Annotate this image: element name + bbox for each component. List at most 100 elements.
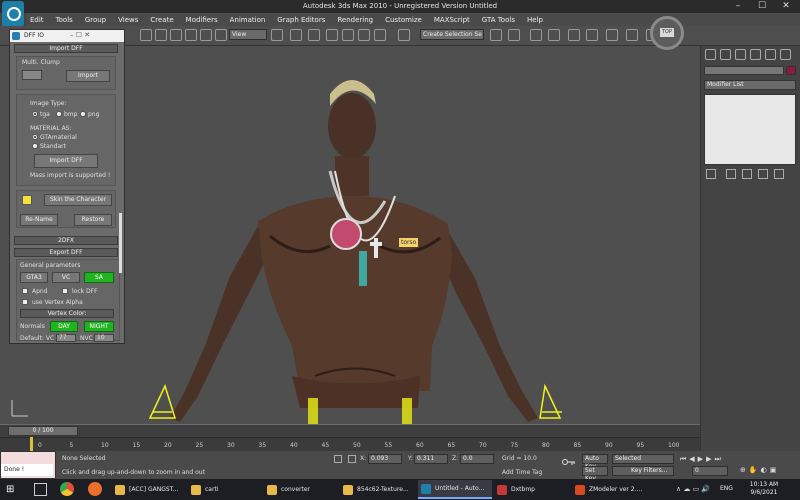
object-name-field[interactable]: [704, 66, 784, 75]
auto-key-button[interactable]: Auto Key: [582, 454, 608, 470]
configure-sets-icon[interactable]: [774, 169, 784, 179]
show-end-result-icon[interactable]: [726, 169, 736, 179]
material-standart-radio[interactable]: [32, 143, 38, 149]
mirror-icon[interactable]: [490, 29, 502, 41]
select-by-name-icon[interactable]: [155, 29, 167, 41]
display-tab-icon[interactable]: [765, 49, 776, 60]
y-coord-field[interactable]: 0.311: [414, 454, 448, 464]
menu-tools[interactable]: Tools: [56, 16, 73, 24]
default-vc-field[interactable]: 77: [56, 334, 76, 342]
image-type-tga-radio[interactable]: [32, 111, 38, 117]
taskbar-app-button[interactable]: ZModeler ver 2....: [572, 480, 646, 499]
graphite-tools-icon[interactable]: [548, 29, 560, 41]
create-tab-icon[interactable]: [705, 49, 716, 60]
absolute-mode-icon[interactable]: [348, 455, 356, 463]
dff-io-scrollbar[interactable]: [119, 213, 122, 273]
start-menu-icon[interactable]: ⊞: [6, 483, 19, 496]
vertex-alpha-checkbox[interactable]: [22, 299, 28, 305]
menu-create[interactable]: Create: [150, 16, 173, 24]
task-view-icon[interactable]: [34, 483, 47, 496]
percent-snap-icon[interactable]: [358, 29, 370, 41]
add-time-tag[interactable]: Add Time Tag: [502, 469, 542, 476]
maxscript-output[interactable]: Done !: [1, 464, 53, 476]
keyboard-shortcut-icon[interactable]: [308, 29, 320, 41]
key-filters-button[interactable]: Key Filters...: [612, 466, 674, 476]
dff-io-window-controls-icon[interactable]: – ☐ ✕: [70, 31, 90, 39]
layer-manager-icon[interactable]: [530, 29, 542, 41]
edit-named-selection-icon[interactable]: [398, 29, 410, 41]
align-icon[interactable]: [508, 29, 520, 41]
import-dff-rollout[interactable]: Import DFF: [14, 44, 118, 53]
object-color-swatch[interactable]: [786, 66, 796, 75]
chrome-icon[interactable]: [60, 482, 74, 496]
import-button[interactable]: Import: [66, 70, 110, 82]
apnd-checkbox[interactable]: [22, 288, 28, 294]
skin-color-swatch[interactable]: [22, 195, 32, 205]
menu-modifiers[interactable]: Modifiers: [186, 16, 218, 24]
spinner-snap-icon[interactable]: [374, 29, 386, 41]
night-button[interactable]: NIGHT: [84, 321, 114, 332]
taskbar-app-button[interactable]: carti: [188, 480, 262, 499]
firefox-icon[interactable]: [88, 482, 102, 496]
twodfx-rollout[interactable]: 2DFX: [14, 236, 118, 245]
set-key-icon[interactable]: [562, 458, 576, 466]
motion-tab-icon[interactable]: [750, 49, 761, 60]
pin-stack-icon[interactable]: [706, 169, 716, 179]
pivot-center-icon[interactable]: [271, 29, 283, 41]
rename-button[interactable]: Re-Name: [20, 214, 58, 226]
named-selection-dropdown[interactable]: Create Selection Se: [420, 29, 484, 40]
viewport-nav-icons[interactable]: ⊕✋◐▣: [740, 466, 779, 474]
move-icon[interactable]: [185, 29, 197, 41]
menu-views[interactable]: Views: [118, 16, 138, 24]
taskbar-app-button[interactable]: [ACC] GANGST...: [112, 480, 186, 499]
image-type-png-radio[interactable]: [80, 111, 86, 117]
select-object-icon[interactable]: [140, 29, 152, 41]
schematic-view-icon[interactable]: [586, 29, 598, 41]
menu-customize[interactable]: Customize: [385, 16, 422, 24]
material-gta-radio[interactable]: [32, 134, 38, 140]
modify-tab-icon[interactable]: [720, 49, 731, 60]
make-unique-icon[interactable]: [742, 169, 752, 179]
selection-lock-icon[interactable]: [334, 455, 342, 463]
render-setup-icon[interactable]: [626, 29, 638, 41]
version-sa-button[interactable]: SA: [84, 272, 114, 283]
menu-graph-editors[interactable]: Graph Editors: [277, 16, 325, 24]
menu-animation[interactable]: Animation: [230, 16, 266, 24]
modifier-list-dropdown[interactable]: Modifier List: [704, 80, 796, 90]
version-gta3-button[interactable]: GTA3: [20, 272, 48, 283]
rotate-icon[interactable]: [200, 29, 212, 41]
remove-modifier-icon[interactable]: [758, 169, 768, 179]
rect-selection-icon[interactable]: [170, 29, 182, 41]
menu-maxscript[interactable]: MAXScript: [434, 16, 470, 24]
current-frame-field[interactable]: 0: [692, 466, 728, 476]
hierarchy-tab-icon[interactable]: [735, 49, 746, 60]
material-editor-icon[interactable]: [606, 29, 618, 41]
time-slider-thumb[interactable]: 0 / 100: [8, 426, 78, 436]
reference-coord-dropdown[interactable]: View: [229, 29, 267, 40]
z-coord-field[interactable]: 0.0: [460, 454, 494, 464]
taskbar-app-button[interactable]: Untitled - Auto...: [418, 480, 492, 499]
menu-edit[interactable]: Edit: [30, 16, 44, 24]
taskbar-app-button[interactable]: converter: [264, 480, 338, 499]
viewcube-face[interactable]: TOP: [660, 28, 674, 37]
utilities-tab-icon[interactable]: [780, 49, 791, 60]
x-coord-field[interactable]: 0.093: [368, 454, 402, 464]
menu-gta-tools[interactable]: GTA Tools: [482, 16, 515, 24]
nvc-field[interactable]: 10: [94, 334, 114, 342]
menu-rendering[interactable]: Rendering: [337, 16, 373, 24]
select-manipulate-icon[interactable]: [290, 29, 302, 41]
menu-help[interactable]: Help: [527, 16, 543, 24]
multi-clump-spinner[interactable]: [22, 70, 42, 80]
close-button[interactable]: ✕: [776, 0, 796, 13]
key-mode-dropdown[interactable]: Selected: [612, 454, 674, 464]
maximize-button[interactable]: ☐: [752, 0, 772, 13]
minimize-button[interactable]: –: [728, 0, 748, 13]
snap-toggle-icon[interactable]: [326, 29, 338, 41]
menu-group[interactable]: Group: [85, 16, 106, 24]
app-logo-icon[interactable]: [2, 1, 24, 27]
restore-button[interactable]: Restore: [74, 214, 112, 226]
time-slider-track[interactable]: [0, 425, 700, 437]
taskbar-app-button[interactable]: Dxtbmp: [494, 480, 570, 499]
import-dff-button[interactable]: Import DFF: [34, 154, 98, 168]
modifier-stack[interactable]: [704, 94, 796, 165]
